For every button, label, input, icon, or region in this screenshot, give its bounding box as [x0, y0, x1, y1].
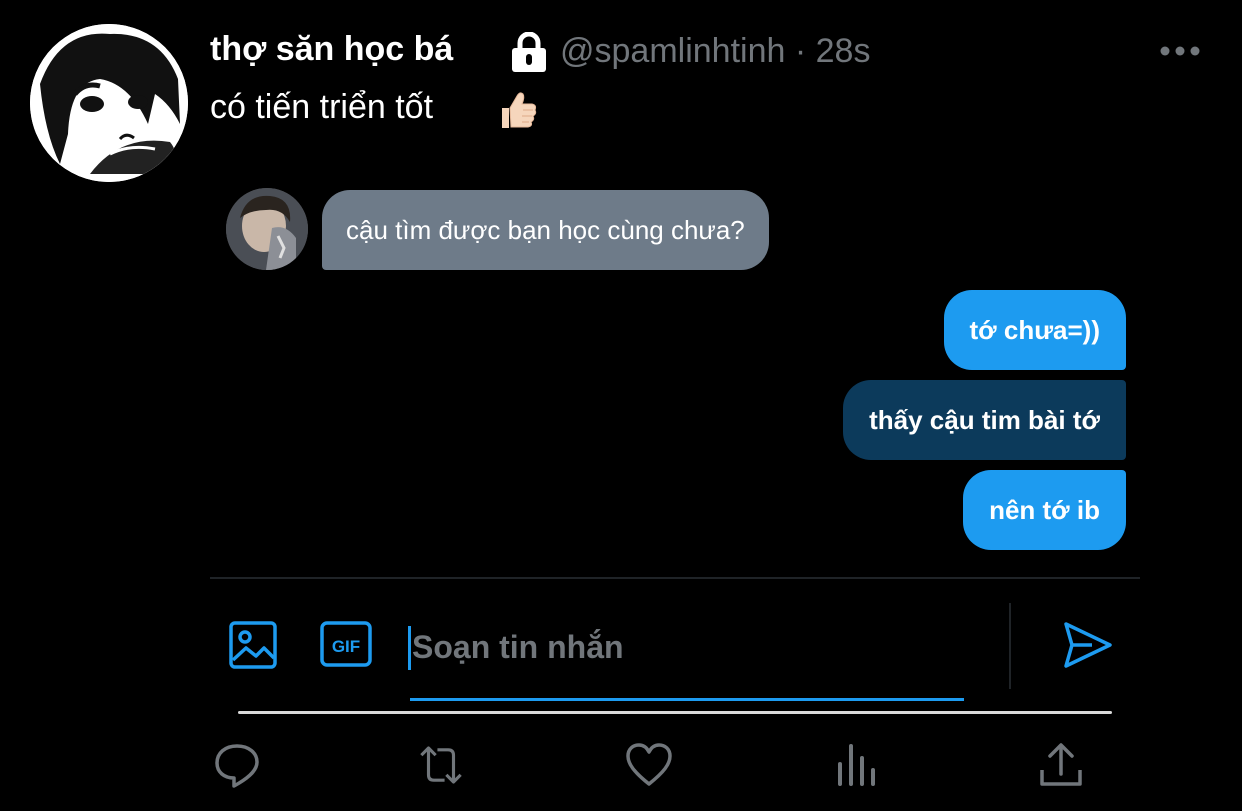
heart-icon[interactable] [624, 740, 674, 790]
thumbs-up-emoji [502, 92, 537, 128]
message-incoming: cậu tìm được bạn học cùng chưa? [322, 190, 769, 270]
message-outgoing: nên tớ ib [963, 470, 1126, 550]
input-focus-underline [410, 698, 964, 701]
message-input[interactable] [408, 618, 968, 676]
svg-text:GIF: GIF [332, 637, 360, 656]
lock-icon [512, 32, 546, 72]
text-caret [408, 626, 411, 670]
message-outgoing: thấy cậu tim bài tớ [843, 380, 1126, 460]
more-dots-icon[interactable] [1160, 44, 1200, 58]
share-icon[interactable] [1036, 740, 1086, 790]
author-name[interactable]: thợ săn học bá [210, 30, 453, 69]
message-outgoing: tớ chưa=)) [943, 290, 1126, 370]
image-icon[interactable] [228, 620, 278, 670]
reply-icon[interactable] [212, 740, 262, 790]
send-divider [1009, 603, 1011, 689]
card-bottom-edge [238, 711, 1112, 714]
send-icon[interactable] [1062, 620, 1114, 670]
tweet-time[interactable]: 28s [816, 32, 871, 70]
composer-divider [210, 577, 1140, 579]
separator-dot: · [794, 32, 807, 70]
author-handle[interactable]: @spamlinhtinh [560, 32, 785, 70]
analytics-icon[interactable] [832, 740, 882, 790]
gif-icon[interactable]: GIF [320, 620, 372, 668]
participant-avatar[interactable] [226, 188, 308, 270]
retweet-icon[interactable] [416, 740, 466, 790]
tweet-text: có tiến triển tốt [210, 88, 434, 126]
author-handle-line: @spamlinhtinh · 28s [560, 32, 870, 71]
author-avatar[interactable] [30, 24, 188, 182]
